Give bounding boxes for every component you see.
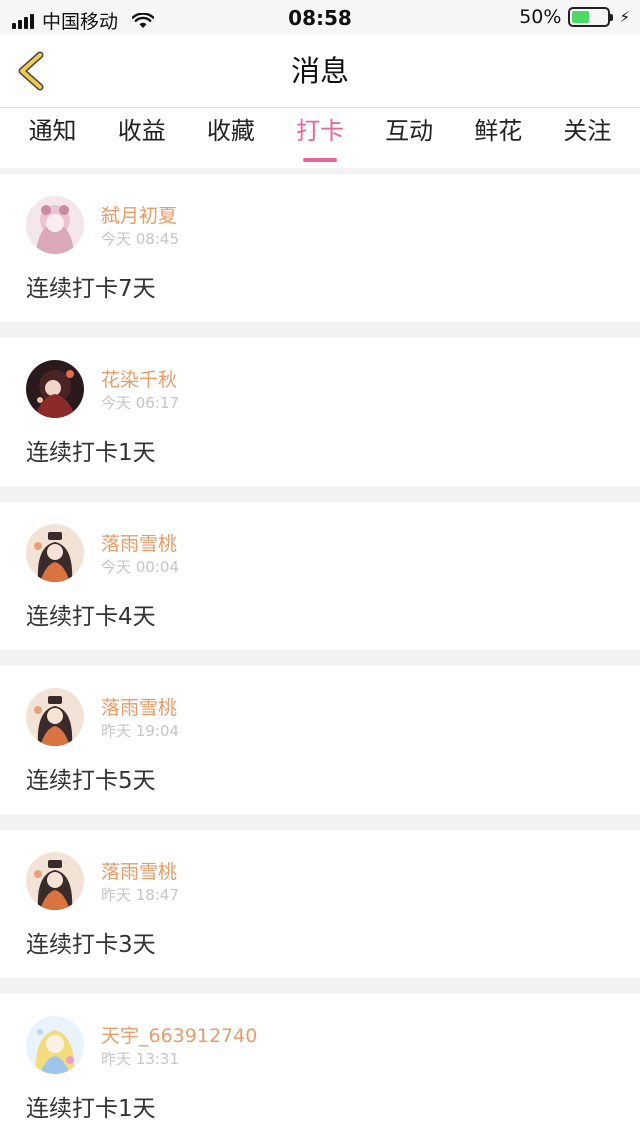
message-text: 连续打卡7天 [26,276,156,302]
battery-icon [568,7,614,27]
tab-checkin[interactable]: 打卡 [275,108,364,168]
tab-flowers[interactable]: 鲜花 [454,108,543,168]
status-right: 50% ⚡ [519,6,630,28]
avatar[interactable] [26,524,84,582]
status-bar: 中国移动 08:58 50% ⚡ [0,0,640,35]
avatar-image [26,360,84,418]
back-arrow-icon[interactable] [14,51,50,91]
message-time: 昨天 19:04 [101,722,179,740]
charging-bolt-icon: ⚡ [619,8,630,26]
avatar[interactable] [26,196,84,254]
user-name[interactable]: 天宇_663912740 [101,1021,257,1048]
user-name[interactable]: 落雨雪桃 [101,857,177,884]
message-time: 今天 08:45 [101,230,179,248]
avatar-image [26,852,84,910]
avatar-image [26,1016,84,1074]
avatar-image [26,688,84,746]
message-text: 连续打卡1天 [26,1096,156,1122]
user-name[interactable]: 落雨雪桃 [101,693,177,720]
battery-percent: 50% [519,6,562,28]
user-name[interactable]: 弑月初夏 [101,201,177,228]
message-list: 弑月初夏 今天 08:45 连续打卡7天 花染千秋 今天 06:17 连续打卡1天 落雨雪桃… [0,168,640,1139]
list-item[interactable]: 天宇_663912740 昨天 13:31 连续打卡1天 [0,994,640,1139]
nav-bar: 消息 [0,35,640,108]
tab-earnings[interactable]: 收益 [97,108,186,168]
message-text: 连续打卡5天 [26,768,156,794]
page-title: 消息 [290,54,349,88]
message-time: 昨天 13:31 [101,1050,179,1068]
user-name[interactable]: 落雨雪桃 [101,529,177,556]
tab-interaction[interactable]: 互动 [365,108,454,168]
avatar[interactable] [26,360,84,418]
avatar-image [26,196,84,254]
user-name[interactable]: 花染千秋 [101,365,177,392]
tab-follow[interactable]: 关注 [543,108,632,168]
avatar[interactable] [26,1016,84,1074]
message-time: 昨天 18:47 [101,886,179,904]
message-text: 连续打卡3天 [26,932,156,958]
avatar-image [26,524,84,582]
battery-level-fill [572,11,590,23]
message-time: 今天 00:04 [101,558,179,576]
avatar[interactable] [26,688,84,746]
tab-bar: 通知 收益 收藏 打卡 互动 鲜花 关注 [0,108,640,168]
list-item[interactable]: 落雨雪桃昨天 19:04 连续打卡5天 [0,666,640,814]
avatar[interactable] [26,852,84,910]
message-text: 连续打卡1天 [26,440,156,466]
list-item[interactable]: 弑月初夏今天 08:45 连续打卡7天 [0,174,640,322]
tab-notice[interactable]: 通知 [8,108,97,168]
list-item[interactable]: 花染千秋今天 06:17 连续打卡1天 [0,338,640,486]
list-item[interactable]: 落雨雪桃昨天 18:47 连续打卡3天 [0,830,640,978]
message-time: 今天 06:17 [101,394,179,412]
tab-favorites[interactable]: 收藏 [186,108,275,168]
list-item[interactable]: 落雨雪桃今天 00:04 连续打卡4天 [0,502,640,650]
message-text: 连续打卡4天 [26,604,156,630]
